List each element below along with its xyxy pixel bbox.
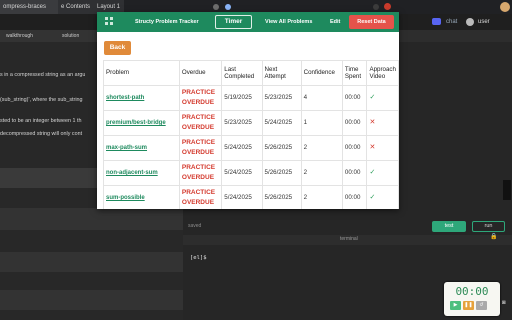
example-block <box>0 252 183 272</box>
next-attempt-cell: 5/26/2025 <box>261 135 302 161</box>
reset-timer-button[interactable]: ↺ <box>476 301 487 310</box>
prompt-text: sted to be an integer between 1 th <box>0 118 82 124</box>
approach-video-cell[interactable]: ✓ <box>366 185 399 209</box>
time-spent-cell: 00:00 <box>341 185 368 209</box>
extension-icon[interactable] <box>225 4 231 10</box>
problem-tracker-panel: Structy Problem Tracker Timer View All P… <box>97 12 399 209</box>
user-link[interactable]: user <box>478 16 490 28</box>
timer-widget: 00:00 ▶ ❚❚ ↺ <box>444 282 500 316</box>
confidence-cell: 4 <box>300 85 343 111</box>
column-header: Problem <box>103 60 180 86</box>
tracker-header: Structy Problem Tracker Timer View All P… <box>97 12 399 32</box>
overdue-status: PRACTICE OVERDUE <box>178 110 223 136</box>
column-header: Approach Video <box>366 60 399 86</box>
example-block <box>0 208 183 230</box>
pause-button[interactable]: ❚❚ <box>463 301 474 310</box>
problems-table: Problem Overdue Last Completed Next Atte… <box>103 60 399 209</box>
lock-icon[interactable]: 🔒 <box>490 233 497 240</box>
check-icon: ✓ <box>369 194 376 201</box>
table-row: non-adjacent-sum PRACTICE OVERDUE 5/24/202… <box>103 160 399 186</box>
saved-status: saved <box>188 223 202 229</box>
terminal-prompt[interactable]: [el]$ <box>190 255 207 261</box>
tracker-title: Structy Problem Tracker <box>135 19 199 25</box>
time-spent-cell: 00:00 <box>341 85 368 111</box>
play-button[interactable]: ▶ <box>450 301 461 310</box>
prompt-text: decompressed string will only cont <box>0 131 83 137</box>
last-completed-cell: 5/24/2025 <box>221 160 263 186</box>
problem-link[interactable]: sum-possible <box>103 185 180 209</box>
test-button[interactable]: test <box>432 221 466 232</box>
prompt-text: s in a compressed string as an argu <box>0 72 86 78</box>
overdue-status: PRACTICE OVERDUE <box>178 135 223 161</box>
time-spent-cell: 00:00 <box>341 110 368 136</box>
problem-link[interactable]: non-adjacent-sum <box>103 160 180 186</box>
timer-button[interactable]: Timer <box>215 15 252 29</box>
editor-scrollbar[interactable] <box>503 180 511 200</box>
table-row: max-path-sum PRACTICE OVERDUE 5/24/2025 5/2… <box>103 135 399 161</box>
table-header-row: Problem Overdue Last Completed Next Atte… <box>103 60 399 86</box>
run-button[interactable]: run <box>472 221 505 232</box>
prompt-text: (sub_string)', where the sub_string <box>0 97 83 103</box>
problem-link[interactable]: premium/best-bridge <box>103 110 180 136</box>
record-icon[interactable] <box>384 3 391 10</box>
camera-icon[interactable]: ◙ <box>502 300 506 306</box>
column-header: Next Attempt <box>261 60 302 86</box>
tracker-logo-icon <box>105 17 115 27</box>
reset-data-button[interactable]: Reset Data <box>349 15 394 29</box>
approach-video-cell[interactable]: ✓ <box>366 160 399 186</box>
tab-solution[interactable]: solution <box>62 30 79 42</box>
check-icon: ✓ <box>369 94 376 101</box>
next-attempt-cell: 5/26/2025 <box>261 185 302 209</box>
column-header: Time Spent <box>341 60 368 86</box>
table-row: premium/best-bridge PRACTICE OVERDUE 5/23/… <box>103 110 399 136</box>
next-attempt-cell: 5/24/2025 <box>261 110 302 136</box>
extension-icon[interactable] <box>213 4 219 10</box>
last-completed-cell: 5/24/2025 <box>221 135 263 161</box>
cross-icon: ✕ <box>369 119 376 126</box>
discord-icon[interactable] <box>432 18 441 25</box>
edit-button[interactable]: Edit <box>330 12 340 32</box>
overdue-status: PRACTICE OVERDUE <box>178 85 223 111</box>
last-completed-cell: 5/24/2025 <box>221 185 263 209</box>
next-attempt-cell: 5/23/2025 <box>261 85 302 111</box>
problem-link[interactable]: max-path-sum <box>103 135 180 161</box>
column-header: Confidence <box>300 60 343 86</box>
tab-walkthrough[interactable]: walkthrough <box>6 30 33 42</box>
confidence-cell: 2 <box>300 160 343 186</box>
user-icon[interactable] <box>466 18 474 26</box>
time-spent-cell: 00:00 <box>341 135 368 161</box>
column-header: Last Completed <box>221 60 263 86</box>
example-block <box>0 290 183 310</box>
browser-tab[interactable]: e Contents <box>58 0 94 14</box>
back-button[interactable]: Back <box>104 41 131 55</box>
view-all-problems-button[interactable]: View All Problems <box>265 12 312 32</box>
overdue-status: PRACTICE OVERDUE <box>178 160 223 186</box>
timer-display: 00:00 <box>455 285 489 298</box>
overdue-status: PRACTICE OVERDUE <box>178 185 223 209</box>
browser-tab[interactable]: ompress-braces <box>0 0 58 14</box>
screen: ompress-braces e Contents Layout 1 chat … <box>0 0 512 320</box>
problem-link[interactable]: shortest-path <box>103 85 180 111</box>
table-row: shortest-path PRACTICE OVERDUE 5/19/2025 5/… <box>103 85 399 111</box>
last-completed-cell: 5/23/2025 <box>221 110 263 136</box>
column-header: Overdue <box>178 60 223 86</box>
profile-avatar[interactable] <box>500 2 510 12</box>
table-row: sum-possible PRACTICE OVERDUE 5/24/2025 5/2… <box>103 185 399 209</box>
confidence-cell: 2 <box>300 185 343 209</box>
confidence-cell: 2 <box>300 135 343 161</box>
approach-video-cell[interactable]: ✕ <box>366 135 399 161</box>
check-icon: ✓ <box>369 169 376 176</box>
extension-icon[interactable] <box>373 4 379 10</box>
last-completed-cell: 5/19/2025 <box>221 85 263 111</box>
cross-icon: ✕ <box>369 144 376 151</box>
next-attempt-cell: 5/26/2025 <box>261 160 302 186</box>
time-spent-cell: 00:00 <box>341 160 368 186</box>
confidence-cell: 1 <box>300 110 343 136</box>
approach-video-cell[interactable]: ✓ <box>366 85 399 111</box>
terminal-title: terminal <box>340 236 358 242</box>
chat-link[interactable]: chat <box>446 16 457 28</box>
approach-video-cell[interactable]: ✕ <box>366 110 399 136</box>
